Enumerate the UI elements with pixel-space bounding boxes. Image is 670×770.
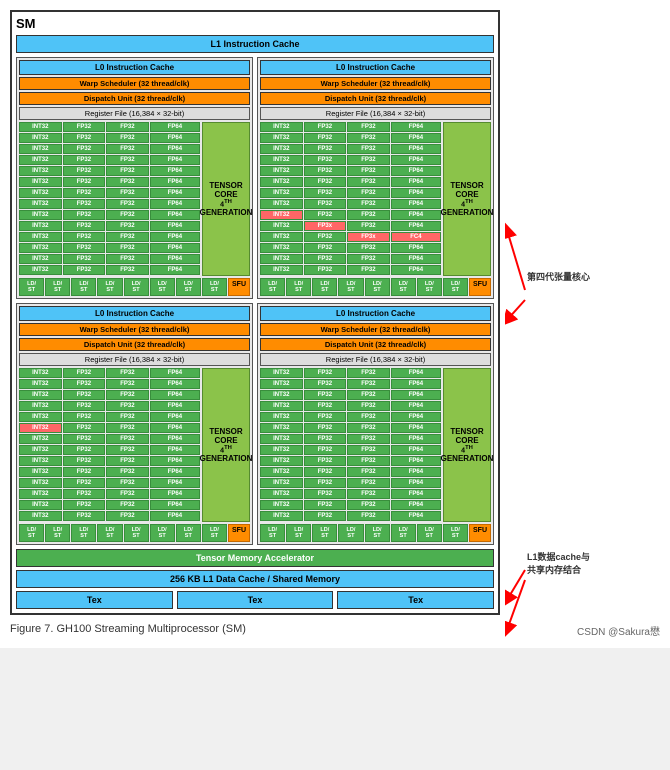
q3-int-fp-block: INT32FP32FP32FP64 INT32FP32FP32FP64 INT3… — [19, 368, 200, 522]
q3-sfu: SFU — [228, 524, 250, 542]
q3-tensor-core: TENSOR CORE 4TH GENERATION — [202, 368, 250, 522]
sm-title: SM — [16, 16, 494, 31]
q4-register-file: Register File (16,384 × 32-bit) — [260, 353, 491, 366]
page-outer: SM L1 Instruction Cache L0 Instruction C… — [10, 10, 660, 615]
q2-dispatch-unit: Dispatch Unit (32 thread/clk) — [260, 92, 491, 105]
q2-sfu: SFU — [469, 278, 491, 296]
q4-warp-scheduler: Warp Scheduler (32 thread/clk) — [260, 323, 491, 336]
figure-caption: Figure 7. GH100 Streaming Multiprocessor… — [10, 623, 660, 638]
q1-sfu-row: LD/ST LD/ST LD/ST LD/ST LD/ST LD/ST LD/S… — [19, 278, 250, 296]
q1-warp-scheduler: Warp Scheduler (32 thread/clk) — [19, 77, 250, 90]
q2-l0-cache: L0 Instruction Cache — [260, 60, 491, 75]
q2-compute-area: INT32FP32FP32FP64 INT32FP32FP32FP64 INT3… — [260, 122, 491, 276]
tex-cell-3: Tex — [337, 591, 494, 609]
q1-register-file: Register File (16,384 × 32-bit) — [19, 107, 250, 120]
page: SM L1 Instruction Cache L0 Instruction C… — [0, 0, 670, 648]
top-quadrant-row: L0 Instruction Cache Warp Scheduler (32 … — [16, 57, 494, 299]
q4-dispatch-unit: Dispatch Unit (32 thread/clk) — [260, 338, 491, 351]
q4-tensor-core: TENSOR CORE 4TH GENERATION — [443, 368, 491, 522]
l1-data-cache-bar: 256 KB L1 Data Cache / Shared Memory — [16, 570, 494, 588]
q1-l0-cache: L0 Instruction Cache — [19, 60, 250, 75]
q4-int-fp-block: INT32FP32FP32FP64 INT32FP32FP32FP64 INT3… — [260, 368, 441, 522]
figure-caption-text: Figure 7. GH100 Streaming Multiprocessor… — [10, 623, 246, 638]
annotation-arrows — [505, 10, 660, 770]
q4-sfu: SFU — [469, 524, 491, 542]
q1-sfu: SFU — [228, 278, 250, 296]
q3-dispatch-unit: Dispatch Unit (32 thread/clk) — [19, 338, 250, 351]
q1-int-fp-block: INT32FP32FP32FP64 INT32FP32FP32FP64 INT3… — [19, 122, 200, 276]
q1-dispatch-unit: Dispatch Unit (32 thread/clk) — [19, 92, 250, 105]
q1-compute-area: INT32FP32FP32FP64 INT32FP32FP32FP64 INT3… — [19, 122, 250, 276]
q4-sfu-row: LD/ST LD/ST LD/ST LD/ST LD/ST LD/ST LD/S… — [260, 524, 491, 542]
bottom-quadrant-row: L0 Instruction Cache Warp Scheduler (32 … — [16, 303, 494, 545]
q2-int-fp-block: INT32FP32FP32FP64 INT32FP32FP32FP64 INT3… — [260, 122, 441, 276]
annotation-cache-label: L1数据cache与 共享内存结合 — [527, 550, 590, 576]
tex-row: Tex Tex Tex — [16, 591, 494, 609]
annotation-tensor-label: 第四代张量核心 — [527, 270, 590, 283]
tex-cell-1: Tex — [16, 591, 173, 609]
quadrant-1: L0 Instruction Cache Warp Scheduler (32 … — [16, 57, 253, 299]
q3-compute-area: INT32FP32FP32FP64 INT32FP32FP32FP64 INT3… — [19, 368, 250, 522]
q1-tensor-core: TENSOR CORE 4TH GENERATION — [202, 122, 250, 276]
q4-l0-cache: L0 Instruction Cache — [260, 306, 491, 321]
q2-warp-scheduler: Warp Scheduler (32 thread/clk) — [260, 77, 491, 90]
q4-compute-area: INT32FP32FP32FP64 INT32FP32FP32FP64 INT3… — [260, 368, 491, 522]
q3-register-file: Register File (16,384 × 32-bit) — [19, 353, 250, 366]
tex-cell-2: Tex — [177, 591, 334, 609]
quadrant-2: L0 Instruction Cache Warp Scheduler (32 … — [257, 57, 494, 299]
quadrant-4: L0 Instruction Cache Warp Scheduler (32 … — [257, 303, 494, 545]
tensor-memory-bar: Tensor Memory Accelerator — [16, 549, 494, 567]
l1-instruction-cache: L1 Instruction Cache — [16, 35, 494, 53]
q2-sfu-row: LD/ST LD/ST LD/ST LD/ST LD/ST LD/ST LD/S… — [260, 278, 491, 296]
sm-container: SM L1 Instruction Cache L0 Instruction C… — [10, 10, 500, 615]
q3-sfu-row: LD/ST LD/ST LD/ST LD/ST LD/ST LD/ST LD/S… — [19, 524, 250, 542]
q2-register-file: Register File (16,384 × 32-bit) — [260, 107, 491, 120]
quadrant-3: L0 Instruction Cache Warp Scheduler (32 … — [16, 303, 253, 545]
csdn-credit: CSDN @Sakura懋 — [577, 623, 660, 638]
q2-tensor-core: TENSOR CORE 4TH GENERATION — [443, 122, 491, 276]
q3-warp-scheduler: Warp Scheduler (32 thread/clk) — [19, 323, 250, 336]
q3-l0-cache: L0 Instruction Cache — [19, 306, 250, 321]
